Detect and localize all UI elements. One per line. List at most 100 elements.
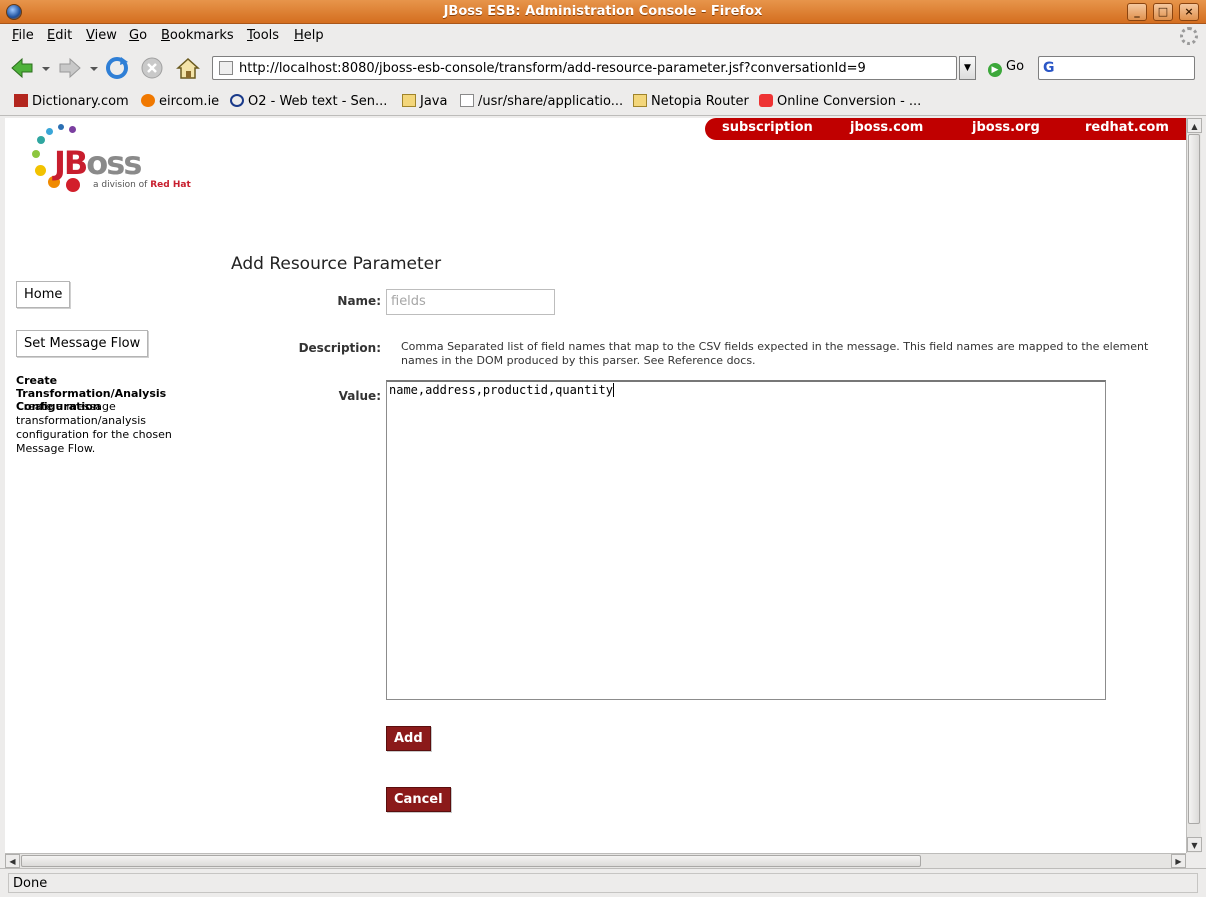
forward-arrow-icon <box>59 57 81 79</box>
sidebar-section-description: Create a message transformation/analysis… <box>16 400 172 455</box>
bookmark-usr-share[interactable]: /usr/share/applicatio... <box>460 94 623 109</box>
logo-dot <box>32 150 40 158</box>
status-bar: Done <box>0 868 1206 897</box>
add-button[interactable]: Add <box>386 726 431 751</box>
logo-wordmark: JBoss <box>54 144 142 182</box>
minimize-button[interactable]: _ <box>1127 3 1147 21</box>
url-text: http://localhost:8080/jboss-esb-console/… <box>239 61 866 76</box>
cancel-button[interactable]: Cancel <box>386 787 451 812</box>
window-title: JBoss ESB: Administration Console - Fire… <box>443 4 763 19</box>
menu-view[interactable]: View <box>86 28 117 43</box>
horizontal-scrollbar[interactable]: ◀ ▶ <box>5 853 1186 868</box>
forward-history-dropdown[interactable] <box>88 54 100 82</box>
reload-button[interactable] <box>103 54 131 82</box>
bookmark-o2[interactable]: O2 - Web text - Sen... <box>230 94 387 109</box>
eircom-icon <box>141 94 155 107</box>
horizontal-scroll-thumb[interactable] <box>21 855 921 867</box>
menu-label-rest: o <box>139 28 148 43</box>
conversion-icon <box>759 94 773 107</box>
folder-icon <box>633 94 647 107</box>
scroll-up-arrow-icon[interactable]: ▲ <box>1187 118 1202 133</box>
menu-bookmarks[interactable]: Bookmarks <box>161 28 234 43</box>
stop-icon <box>141 57 163 79</box>
go-label: Go <box>1006 59 1025 74</box>
bookmark-folder-netopia[interactable]: Netopia Router <box>633 94 749 109</box>
home-icon <box>176 57 200 79</box>
bookmark-online-conversion[interactable]: Online Conversion - ... <box>759 94 921 109</box>
menu-bar: File Edit View Go Bookmarks Tools Help <box>0 24 1206 48</box>
google-search-engine-icon[interactable]: G <box>1043 60 1055 76</box>
link-redhat-com[interactable]: redhat.com <box>1085 120 1169 135</box>
dictionary-icon <box>14 94 28 107</box>
menu-label-rest: iew <box>94 28 117 43</box>
menu-go[interactable]: Go <box>129 28 147 43</box>
menu-mnemonic: E <box>47 28 56 43</box>
bookmark-folder-java[interactable]: Java <box>402 94 447 109</box>
menu-label-rest: ile <box>18 28 34 43</box>
home-button[interactable] <box>174 54 202 82</box>
folder-icon <box>402 94 416 107</box>
name-label: Name: <box>337 294 381 308</box>
page-content: subscription jboss.com jboss.org redhat.… <box>5 118 1186 853</box>
menu-mnemonic: H <box>294 28 304 43</box>
file-icon <box>460 94 474 107</box>
menu-label-rest: elp <box>303 28 324 43</box>
menu-help[interactable]: Help <box>294 28 324 43</box>
menu-file[interactable]: File <box>12 28 34 43</box>
description-text: Comma Separated list of field names that… <box>401 340 1149 367</box>
back-arrow-icon <box>11 57 33 79</box>
menu-mnemonic: B <box>161 28 170 43</box>
scroll-right-arrow-icon[interactable]: ▶ <box>1171 854 1186 868</box>
menu-label-rest: ools <box>252 28 280 43</box>
url-bar[interactable]: http://localhost:8080/jboss-esb-console/… <box>212 56 957 80</box>
site-top-links-bar: subscription jboss.com jboss.org redhat.… <box>705 118 1186 140</box>
value-textarea[interactable]: name,address,productid,quantity <box>386 380 1106 700</box>
chevron-down-icon <box>90 67 98 71</box>
menu-label-rest: ookmarks <box>169 28 234 43</box>
scroll-left-arrow-icon[interactable]: ◀ <box>5 854 20 868</box>
window-titlebar: JBoss ESB: Administration Console - Fire… <box>0 0 1206 24</box>
menu-edit[interactable]: Edit <box>47 28 72 43</box>
search-input[interactable]: G <box>1038 56 1195 80</box>
value-label: Value: <box>338 389 381 403</box>
menu-label-rest: dit <box>55 28 73 43</box>
o2-icon <box>230 94 244 107</box>
go-icon: ▶ <box>988 63 1002 77</box>
link-jboss-org[interactable]: jboss.org <box>972 120 1040 135</box>
logo-dot <box>58 124 64 130</box>
activity-throbber-icon <box>1180 27 1198 45</box>
status-text: Done <box>8 873 1198 893</box>
forward-button[interactable] <box>56 54 84 82</box>
link-jboss-com[interactable]: jboss.com <box>850 120 923 135</box>
back-history-dropdown[interactable] <box>40 54 52 82</box>
vertical-scroll-thumb[interactable] <box>1188 134 1200 824</box>
bookmark-dictionary[interactable]: Dictionary.com <box>14 94 129 109</box>
bookmark-eircom[interactable]: eircom.ie <box>141 94 219 109</box>
logo-dot <box>69 126 76 133</box>
maximize-button[interactable]: □ <box>1153 3 1173 21</box>
logo-tagline: a division of Red Hat <box>93 180 191 190</box>
menu-tools[interactable]: Tools <box>247 28 279 43</box>
name-field[interactable]: fields <box>386 289 555 315</box>
chevron-down-icon <box>42 67 50 71</box>
vertical-scrollbar[interactable]: ▲ ▼ <box>1186 118 1202 853</box>
page-favicon-icon <box>219 61 233 75</box>
home-nav-button[interactable]: Home <box>16 281 71 308</box>
close-button[interactable]: × <box>1179 3 1199 21</box>
page-title: Add Resource Parameter <box>231 254 442 274</box>
reload-icon <box>106 57 128 79</box>
value-text: name,address,productid,quantity <box>389 383 613 397</box>
logo-dot <box>46 128 53 135</box>
url-history-dropdown[interactable]: ▼ <box>959 56 976 80</box>
back-button[interactable] <box>8 54 36 82</box>
bookmarks-toolbar: Dictionary.com eircom.ie O2 - Web text -… <box>0 90 1206 116</box>
jboss-logo[interactable]: JBoss a division of Red Hat <box>27 124 207 194</box>
stop-button[interactable] <box>138 54 166 82</box>
description-label: Description: <box>298 341 381 355</box>
menu-mnemonic: V <box>86 28 95 43</box>
set-message-flow-button[interactable]: Set Message Flow <box>16 330 149 357</box>
link-subscription[interactable]: subscription <box>722 120 813 135</box>
scroll-down-arrow-icon[interactable]: ▼ <box>1187 837 1202 852</box>
logo-dot <box>35 165 46 176</box>
go-button[interactable]: ▶ Go <box>988 59 1024 77</box>
